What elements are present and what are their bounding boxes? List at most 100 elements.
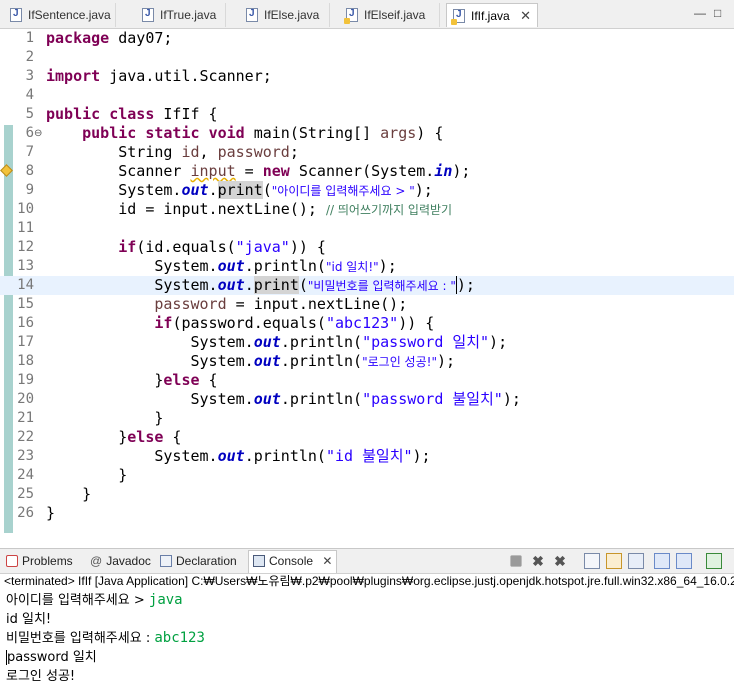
tab-ifelse[interactable]: IfElse.java [240,3,330,27]
java-file-warning-icon [344,8,358,24]
code-text: System.out.print("비밀번호를 입력해주세요 : "); [46,276,475,296]
tab-console[interactable]: Console ✕ [248,550,338,573]
keyword: if [154,314,173,332]
code-editor[interactable]: 1 package day07; 2 3 import java.util.Scan… [0,29,734,548]
console-output-text: password 일치 [6,650,97,665]
word-wrap-icon[interactable] [628,553,644,569]
keyword: void [208,124,245,142]
tab-ifelseif[interactable]: IfElseif.java [340,3,440,27]
javadoc-icon: @ [90,554,103,568]
console-output[interactable]: 아이디를 입력해주세요 > java id 일치! 비밀번호를 입력해주세요 :… [0,591,734,688]
string-literal: "아이디를 입력해주세요 > " [271,184,415,198]
code-token: System. [154,276,218,294]
code-line: 24 } [0,466,734,485]
keyword: new [262,162,290,180]
pin-console-icon[interactable] [706,553,722,569]
code-text: } [46,504,55,523]
static-field: out [253,333,281,351]
code-token: } [118,428,128,446]
variable: password [217,143,290,161]
variable: id [181,143,200,161]
keyword: package [46,29,110,47]
string-literal: "id 불일치" [325,447,413,465]
console-icon [253,555,265,567]
show-console-on-error-icon[interactable] [676,553,692,569]
code-token: = input.nextLine(); [226,295,408,313]
code-text: System.out.println("id 불일치"); [46,447,430,466]
console-input-text: abc123 [154,630,205,646]
string-literal: "abc123" [325,314,399,332]
keyword: public [82,124,137,142]
tab-ifif[interactable]: IfIf.java ✕ [446,3,538,27]
maximize-icon[interactable]: □ [714,6,721,20]
code-token: = [235,162,263,180]
console-output-text: id 일치! [6,612,52,627]
tab-javadoc[interactable]: @ Javadoc [90,551,151,571]
warning-icon[interactable] [0,164,13,177]
keyword: import [46,67,101,85]
code-text: System.out.println("id 일치!"); [46,257,397,277]
code-line: 25 } [0,485,734,504]
code-text: package day07; [46,29,172,48]
code-token: System. [190,352,254,370]
line-number: 13 [17,258,34,274]
tab-declaration[interactable]: Declaration [160,551,237,571]
show-console-on-output-icon[interactable] [654,553,670,569]
code-token: System. [190,333,254,351]
code-text: } [46,485,91,504]
code-line: 2 [0,48,734,67]
minimize-icon[interactable]: — [694,6,706,20]
line-number: 6 [25,125,34,141]
java-file-icon [246,8,258,22]
code-token: ); [452,162,471,180]
code-text: } [46,466,127,485]
line-number: 9 [25,182,34,198]
code-token: main(String[] [244,124,381,142]
close-icon[interactable]: ✕ [520,4,531,28]
code-token: .println( [244,447,326,465]
close-icon[interactable]: ✕ [322,554,332,568]
code-line: 16 if(password.equals("abc123")) { [0,314,734,333]
line-number: 11 [17,220,34,236]
string-literal: "로그인 성공!" [362,355,437,369]
line-number: 1 [25,30,34,46]
code-token: Scanner(System. [289,162,435,180]
clear-console-icon[interactable] [584,553,600,569]
code-token: )) { [398,314,435,332]
tab-label: Problems [22,554,73,568]
terminate-icon[interactable] [510,555,522,567]
code-token: )) { [289,238,326,256]
code-text: System.out.println("로그인 성공!"); [46,352,456,372]
text-caret: ) [455,276,466,294]
editor-tab-bar: IfSentence.java IfTrue.java IfElse.java … [0,0,734,29]
code-line: 21 } [0,409,734,428]
tab-iftrue[interactable]: IfTrue.java [136,3,226,27]
code-token: ); [378,257,397,275]
tab-ifsentence[interactable]: IfSentence.java [4,3,116,27]
code-token: .println( [280,390,363,408]
keyword: public [46,105,101,123]
code-text: } [46,409,163,428]
line-number: 7 [25,144,34,160]
remove-launch-icon[interactable]: ✖ [530,553,546,569]
code-token: System. [118,181,182,199]
code-line: 9 System.out.print("아이디를 입력해주세요 > "); [0,181,734,200]
remove-all-launches-icon[interactable]: ✖ [552,553,568,569]
code-token: (password.equals( [172,314,326,332]
code-token: ; [289,143,299,161]
string-literal: "java" [235,238,290,256]
line-number: 4 [25,87,34,103]
scroll-lock-icon[interactable] [606,553,622,569]
line-number: 22 [17,429,34,445]
static-field: out [253,352,281,370]
fold-collapse-icon[interactable]: ⊖ [34,125,42,142]
console-line: 로그인 성공! [6,667,75,686]
line-number: 8 [25,163,34,179]
code-line: 7 String id, password; [0,143,734,162]
tab-problems[interactable]: Problems [6,551,73,571]
code-text: if(id.equals("java")) { [46,238,326,257]
code-line: 10 id = input.nextLine(); // 띄어쓰기까지 입력받기 [0,200,734,219]
code-token: ( [298,276,308,294]
code-line: 17 System.out.println("password 일치"); [0,333,734,352]
string-literal: "id 일치!" [325,260,379,274]
